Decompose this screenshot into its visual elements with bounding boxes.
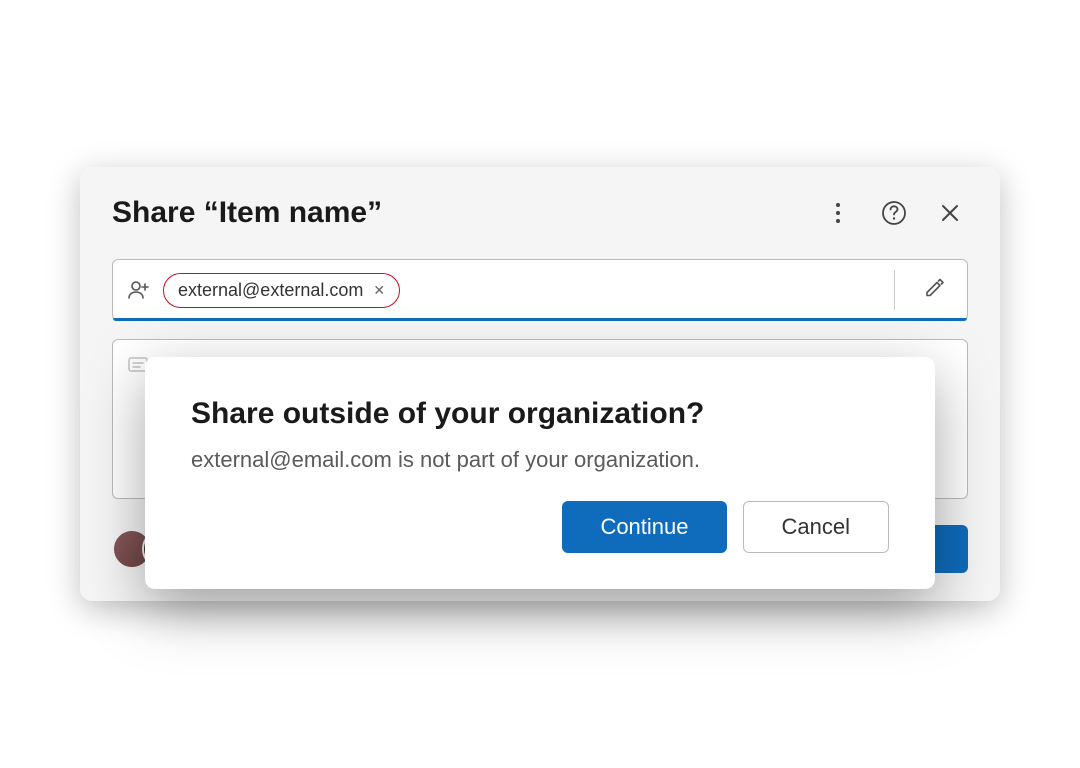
more-options-button[interactable]	[820, 195, 856, 231]
confirm-actions: Continue Cancel	[191, 501, 889, 553]
help-icon	[881, 200, 907, 226]
more-vertical-icon	[835, 201, 841, 225]
chip-remove-icon[interactable]: ✕	[373, 282, 385, 299]
dialog-title: Share “Item name”	[112, 196, 382, 230]
recipient-input[interactable]: external@external.com ✕	[112, 259, 968, 321]
confirm-external-share-modal: Share outside of your organization? exte…	[145, 357, 935, 589]
help-button[interactable]	[876, 195, 912, 231]
continue-button[interactable]: Continue	[562, 501, 726, 553]
share-dialog: Share “Item name” external@external.com …	[80, 167, 1000, 601]
confirm-body: external@email.com is not part of your o…	[191, 447, 889, 473]
pencil-icon	[923, 276, 947, 300]
cancel-button[interactable]: Cancel	[743, 501, 889, 553]
close-icon	[940, 203, 960, 223]
dialog-header: Share “Item name”	[112, 195, 968, 231]
recipient-chip[interactable]: external@external.com ✕	[163, 273, 400, 308]
permissions-button[interactable]	[923, 276, 947, 305]
recipient-chip-label: external@external.com	[178, 280, 363, 301]
header-actions	[820, 195, 968, 231]
close-button[interactable]	[932, 195, 968, 231]
confirm-title: Share outside of your organization?	[191, 397, 889, 431]
field-divider	[894, 270, 895, 310]
person-add-icon	[127, 278, 151, 302]
